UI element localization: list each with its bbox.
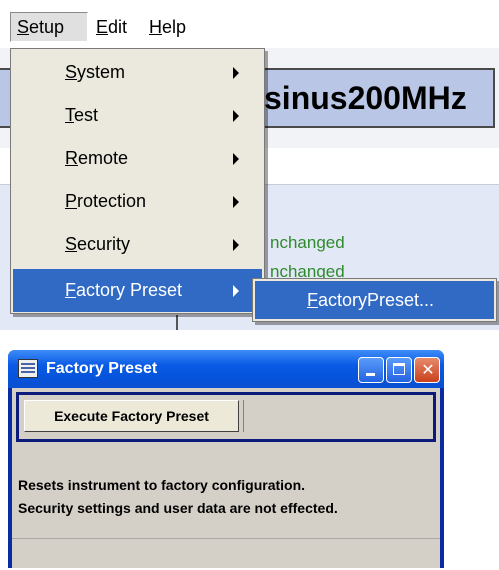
menu-item-label: Test bbox=[65, 105, 99, 125]
submenu-arrow-icon bbox=[233, 67, 239, 79]
menu-item-label: Remote bbox=[65, 148, 129, 168]
menu-help-label: Help bbox=[149, 17, 187, 37]
menu-item-factory-preset[interactable]: Factory Preset bbox=[13, 269, 262, 312]
menu-item-label: Factory Preset bbox=[65, 280, 183, 300]
submenu-arrow-icon bbox=[233, 153, 239, 165]
menu-setup[interactable]: Setup bbox=[10, 12, 88, 42]
submenu-arrow-icon bbox=[233, 196, 239, 208]
button-panel: Execute Factory Preset bbox=[16, 392, 436, 442]
menu-item-protection[interactable]: Protection bbox=[13, 180, 262, 223]
menu-item-label: Protection bbox=[65, 191, 147, 211]
dialog-titlebar[interactable]: Factory Preset ✕ bbox=[8, 350, 444, 388]
dialog-description: Resets instrument to factory configurati… bbox=[18, 474, 438, 520]
menu-item-security[interactable]: Security bbox=[13, 223, 262, 266]
minimize-button[interactable] bbox=[358, 357, 384, 383]
description-line: Security settings and user data are not … bbox=[18, 500, 338, 516]
setup-dropdown-menu: System Test Remote Protection Security F… bbox=[10, 48, 265, 314]
submenu-arrow-icon bbox=[233, 285, 239, 297]
menu-help[interactable]: Help bbox=[143, 12, 192, 42]
panel-divider bbox=[176, 315, 178, 330]
menu-item-system[interactable]: System bbox=[13, 51, 262, 94]
factory-preset-dialog: Factory Preset ✕ Execute Factory Preset … bbox=[8, 350, 444, 568]
maximize-icon bbox=[393, 363, 405, 375]
menu-item-label: FactoryPreset... bbox=[307, 290, 435, 310]
execute-factory-preset-button[interactable]: Execute Factory Preset bbox=[24, 400, 239, 432]
submenu-arrow-icon bbox=[233, 110, 239, 122]
dialog-title: Factory Preset bbox=[46, 360, 158, 377]
menu-edit-label: Edit bbox=[96, 17, 128, 37]
menu-bar: Setup Edit Help bbox=[0, 0, 499, 48]
status-divider bbox=[12, 538, 440, 539]
description-line: Resets instrument to factory configurati… bbox=[18, 477, 306, 493]
status-text: nchanged bbox=[270, 233, 345, 252]
setting-title: sinus200MHz bbox=[264, 80, 467, 116]
menu-item-test[interactable]: Test bbox=[13, 94, 262, 137]
maximize-button[interactable] bbox=[386, 357, 412, 383]
dialog-client-area: Execute Factory Preset Resets instrument… bbox=[12, 388, 440, 568]
submenu-arrow-icon bbox=[233, 239, 239, 251]
menu-item-label: Security bbox=[65, 234, 131, 254]
menu-item-factorypreset[interactable]: FactoryPreset... bbox=[255, 281, 494, 319]
button-separator bbox=[243, 400, 244, 432]
factory-preset-submenu: FactoryPreset... bbox=[252, 278, 497, 322]
app-window: sinus200MHz nchanged nchanged Setup Edit… bbox=[0, 0, 499, 330]
dialog-window-icon bbox=[18, 359, 38, 378]
menu-item-remote[interactable]: Remote bbox=[13, 137, 262, 180]
menu-setup-label: Setup bbox=[17, 17, 65, 37]
close-button[interactable]: ✕ bbox=[414, 357, 440, 383]
close-icon: ✕ bbox=[421, 360, 435, 379]
menu-item-label: System bbox=[65, 62, 126, 82]
minimize-icon bbox=[366, 373, 375, 376]
menu-edit[interactable]: Edit bbox=[90, 12, 133, 42]
